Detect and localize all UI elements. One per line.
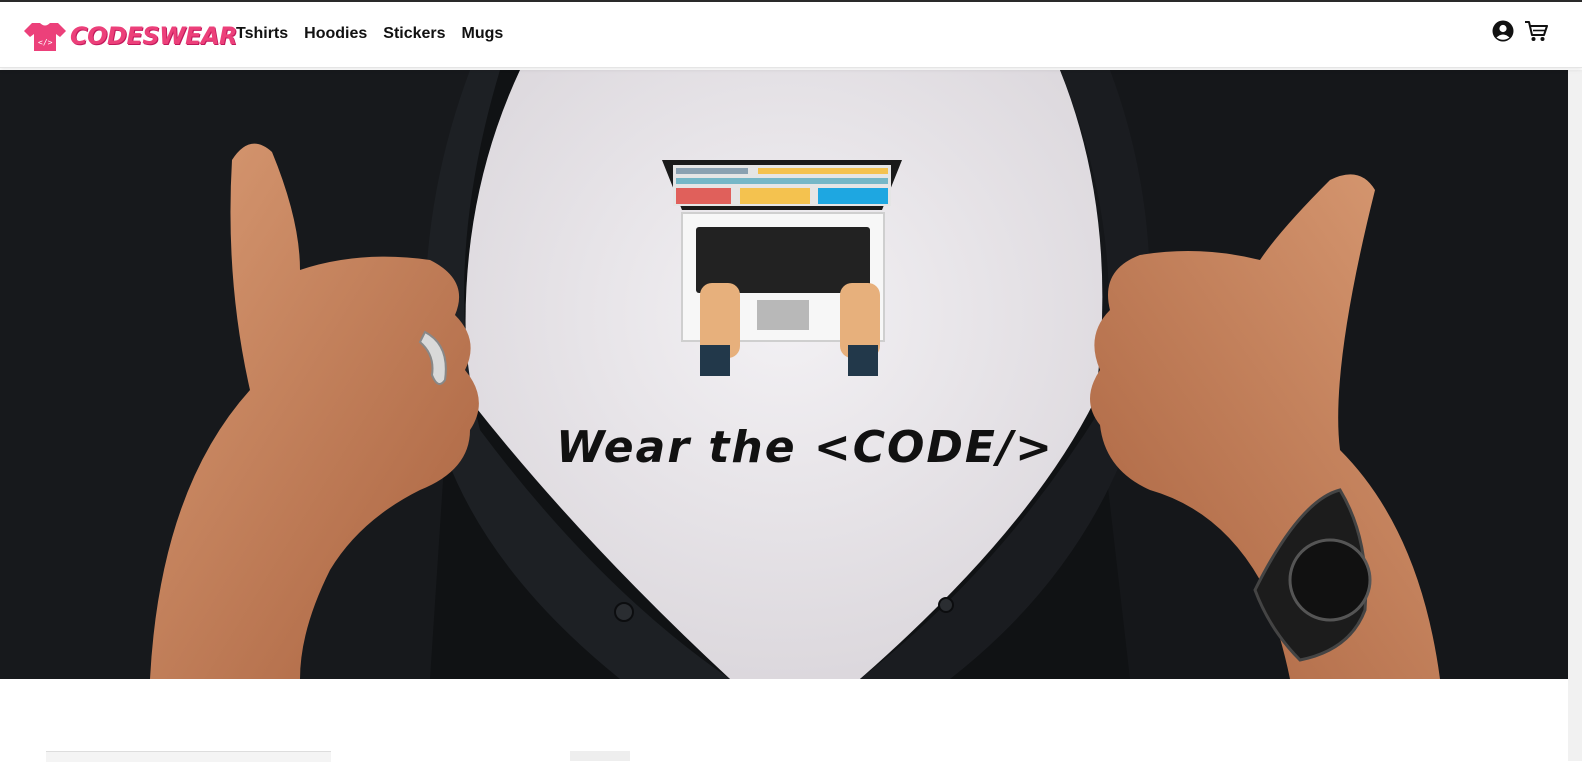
content-section: [0, 679, 1568, 761]
hero-banner: Wear the <CODE/>: [0, 70, 1568, 679]
hero-tagline: Wear the <CODE/>: [556, 422, 1054, 473]
nav-link-stickers[interactable]: Stickers: [383, 25, 445, 43]
product-card-peek-2[interactable]: [570, 751, 630, 761]
cart-icon: [1525, 21, 1548, 41]
nav-icons: [1492, 20, 1548, 47]
nav-link-tshirts[interactable]: Tshirts: [236, 25, 288, 43]
tshirt-code-icon: </>: [24, 23, 66, 51]
main-nav: Tshirts Hoodies Stickers Mugs: [236, 25, 503, 43]
navbar: </> CODESWEAR Tshirts Hoodies Stickers M…: [0, 2, 1582, 68]
hero-image: Wear the <CODE/>: [0, 70, 1568, 679]
account-button[interactable]: [1492, 20, 1514, 47]
cart-button[interactable]: [1524, 20, 1548, 47]
nav-link-hoodies[interactable]: Hoodies: [304, 25, 367, 43]
svg-text:</>: </>: [38, 38, 53, 47]
brand-name: CODESWEAR: [70, 22, 238, 50]
user-circle-icon: [1492, 20, 1514, 42]
scrollbar[interactable]: [1568, 70, 1582, 761]
brand-logo[interactable]: </> CODESWEAR: [24, 19, 238, 53]
nav-link-mugs[interactable]: Mugs: [462, 25, 504, 43]
product-card-peek[interactable]: [46, 751, 331, 762]
